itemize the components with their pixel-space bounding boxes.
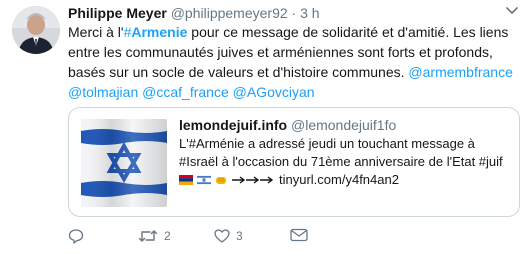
quoted-text: L'#Arménie a adressé jeudi un touchant m… bbox=[179, 135, 509, 189]
author-name[interactable]: Philippe Meyer bbox=[68, 5, 167, 21]
quoted-text-line3: tinyurl.com/y4fn4an2 bbox=[179, 171, 509, 189]
tweet[interactable]: Philippe Meyer @philippemeyer92 · 3 h Me… bbox=[0, 0, 529, 254]
handshake-icon bbox=[216, 176, 226, 184]
quoted-author-name[interactable]: lemondejuif.info bbox=[179, 117, 287, 133]
tweet-text-part1: Merci à l' bbox=[68, 24, 124, 40]
tweet-text: Merci à l'#Armenie pour ce message de so… bbox=[68, 22, 520, 102]
avatar[interactable] bbox=[12, 6, 60, 54]
reply-button[interactable] bbox=[68, 228, 90, 244]
quoted-link[interactable]: tinyurl.com/y4fn4an2 bbox=[279, 171, 399, 189]
quoted-text-line1: L'#Arménie a adressé jeudi un touchant m… bbox=[179, 136, 475, 151]
chevron-down-icon[interactable] bbox=[505, 3, 519, 17]
quoted-text-line2: #Israël à l'occasion du 71ème anniversai… bbox=[179, 154, 503, 169]
mention-tolmajian[interactable]: @tolmajian bbox=[68, 84, 138, 100]
retweet-button[interactable]: 2 bbox=[138, 228, 171, 244]
israel-flag-icon bbox=[197, 175, 211, 185]
arrows-icon bbox=[232, 176, 274, 184]
quoted-tweet[interactable]: lemondejuif.info @lemondejuif1fo L'#Armé… bbox=[68, 107, 520, 217]
like-button[interactable]: 3 bbox=[214, 228, 243, 244]
retweet-count: 2 bbox=[164, 229, 171, 243]
author-handle[interactable]: @philippemeyer92 bbox=[171, 5, 288, 21]
like-count: 3 bbox=[236, 229, 243, 243]
mention-armembfrance[interactable]: @armembfrance bbox=[408, 64, 512, 80]
avatar-photo bbox=[12, 6, 60, 54]
tweet-actions: 2 3 bbox=[68, 228, 508, 248]
armenia-flag-icon bbox=[179, 175, 193, 185]
hashtag-armenie[interactable]: #Armenie bbox=[124, 24, 188, 40]
mail-icon bbox=[290, 228, 308, 242]
hashtag-word: Armenie bbox=[131, 24, 188, 40]
quoted-author-handle[interactable]: @lemondejuif1fo bbox=[291, 117, 396, 133]
mention-agovciyan[interactable]: @AGovciyan bbox=[233, 84, 315, 100]
retweet-icon bbox=[138, 230, 158, 242]
heart-icon bbox=[214, 229, 230, 243]
reply-icon bbox=[68, 229, 84, 244]
direct-message-button[interactable] bbox=[290, 228, 308, 242]
mention-ccaf-france[interactable]: @ccaf_france bbox=[142, 84, 229, 100]
quoted-header: lemondejuif.info @lemondejuif1fo bbox=[179, 116, 396, 134]
tweet-header: Philippe Meyer @philippemeyer92 · 3 h bbox=[68, 4, 320, 22]
israel-flag-image bbox=[81, 119, 167, 207]
timestamp[interactable]: 3 h bbox=[300, 5, 319, 21]
separator-dot: · bbox=[291, 5, 297, 21]
